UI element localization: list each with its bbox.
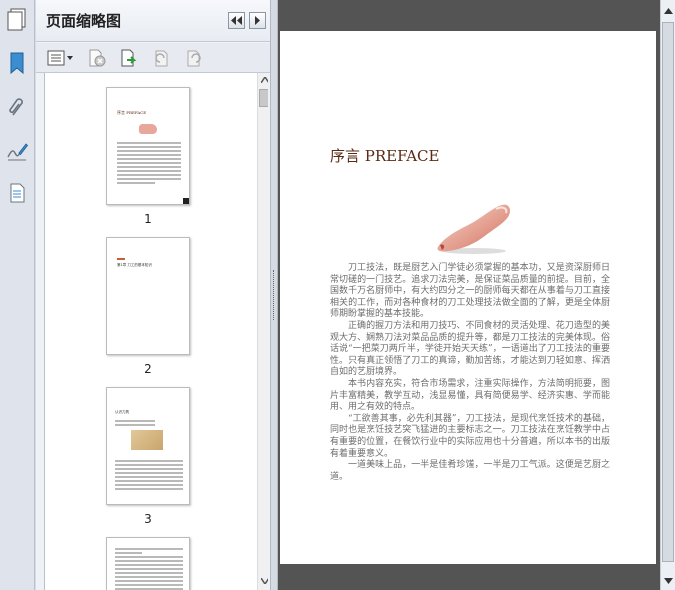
layers-icon[interactable]	[4, 180, 30, 206]
scrollbar-thumb[interactable]	[259, 89, 268, 107]
thumbnail-heading: 序言 PREFACE	[117, 110, 147, 115]
options-icon	[47, 50, 73, 66]
thumbnail-heading: 第1章 刀工的基本知识	[117, 263, 152, 267]
scroll-up-icon[interactable]	[664, 8, 673, 14]
options-button[interactable]	[46, 48, 74, 68]
paragraph: 正确的握刀方法和用刀技巧、不同食材的灵活处理、花刀造型的美观大方、娴熟刀法对菜品…	[330, 320, 610, 378]
thumbnails-toolbar	[36, 43, 270, 73]
finger-image	[437, 204, 510, 254]
chevron-right-icon	[255, 16, 260, 25]
thumbnail-page-2[interactable]: 第1章 刀工的基本知识	[106, 237, 190, 355]
paragraph: 本书内容充实，符合市场需求，注重实际操作，方法简明扼要，图片丰富精美，教学互动，…	[330, 378, 610, 413]
page-body: 刀工技法，既是厨艺入门学徒必须掌握的基本功，又是资深厨师日常切磋的一门技艺。追求…	[330, 263, 610, 483]
finger-image	[139, 124, 157, 134]
rotate-right-icon	[187, 50, 201, 67]
paragraph: “工欲善其事，必先利其器”，刀工技法，是现代烹饪技术的基础，同时也是烹饪技艺突飞…	[330, 413, 610, 459]
thumbnail-text	[115, 546, 183, 590]
delete-page-icon	[89, 49, 106, 67]
panel-header: 页面缩略图	[7, 0, 270, 42]
document-view: 序言 PREFACE 刀工技法，既是厨艺入门学徒必须掌握的基本功，又是资深厨师日…	[278, 0, 660, 590]
paragraph: 一道美味上品，一半是佳肴珍馐，一半是刀工气派。这便是艺厨之道。	[330, 460, 610, 482]
signature-icon[interactable]	[4, 138, 30, 164]
knife-block-image	[131, 430, 163, 450]
rotate-right-button[interactable]	[182, 48, 204, 68]
bookmark-icon[interactable]	[4, 50, 30, 76]
attachment-icon[interactable]	[4, 94, 30, 120]
thumbnail-page-1[interactable]: 序言 PREFACE	[106, 87, 190, 205]
rotate-left-button[interactable]	[150, 48, 172, 68]
scroll-up-icon[interactable]	[261, 77, 268, 83]
thumbnail-label: 1	[144, 212, 152, 226]
page-thumbnails-panel: 页面缩略图 序言 PREFACE 1 第1章 刀工的基本知识 2 认识刀具 3	[7, 0, 270, 590]
thumbnail-heading: 认识刀具	[115, 410, 129, 414]
delete-page-button[interactable]	[86, 48, 108, 68]
thumbnails-scrollbar[interactable]	[257, 73, 268, 590]
collapse-panel-button[interactable]	[228, 12, 245, 29]
thumbnail-label: 3	[144, 512, 152, 526]
rotate-left-icon	[155, 50, 168, 67]
thumbnails-list: 序言 PREFACE 1 第1章 刀工的基本知识 2 认识刀具 3	[44, 73, 268, 590]
thumbnail-page-4[interactable]	[106, 537, 190, 590]
thumbnails-icon	[7, 8, 26, 31]
page-title: 序言 PREFACE	[330, 147, 440, 165]
insert-page-button[interactable]	[118, 48, 140, 68]
scroll-down-icon[interactable]	[261, 578, 268, 584]
double-chevron-left-icon	[231, 16, 242, 25]
scrollbar-thumb[interactable]	[662, 22, 674, 562]
document-page: 序言 PREFACE 刀工技法，既是厨艺入门学徒必须掌握的基本功，又是资深厨师日…	[280, 31, 656, 564]
panel-title: 页面缩略图	[46, 12, 122, 30]
navigation-pane-strip	[0, 0, 35, 590]
pdf-reader-window: 页面缩略图 序言 PREFACE 1 第1章 刀工的基本知识 2 认识刀具 3 …	[0, 0, 675, 590]
thumbnail-text	[115, 458, 183, 492]
thumbnail-text	[115, 418, 155, 428]
paragraph: 刀工技法，既是厨艺入门学徒必须掌握的基本功，又是资深厨师日常切磋的一门技艺。追求…	[330, 263, 610, 320]
panel-splitter[interactable]	[270, 0, 278, 590]
document-scrollbar[interactable]	[660, 0, 675, 590]
expand-panel-button[interactable]	[249, 12, 266, 29]
thumbnail-label: 2	[144, 362, 152, 376]
thumbnail-text	[117, 140, 181, 186]
chapter-mark	[117, 258, 125, 260]
resize-handle[interactable]	[183, 198, 189, 204]
scroll-down-icon[interactable]	[664, 578, 673, 584]
thumbnail-page-3[interactable]: 认识刀具	[106, 387, 190, 505]
splitter-grip[interactable]	[273, 270, 275, 320]
insert-page-icon	[121, 49, 137, 67]
